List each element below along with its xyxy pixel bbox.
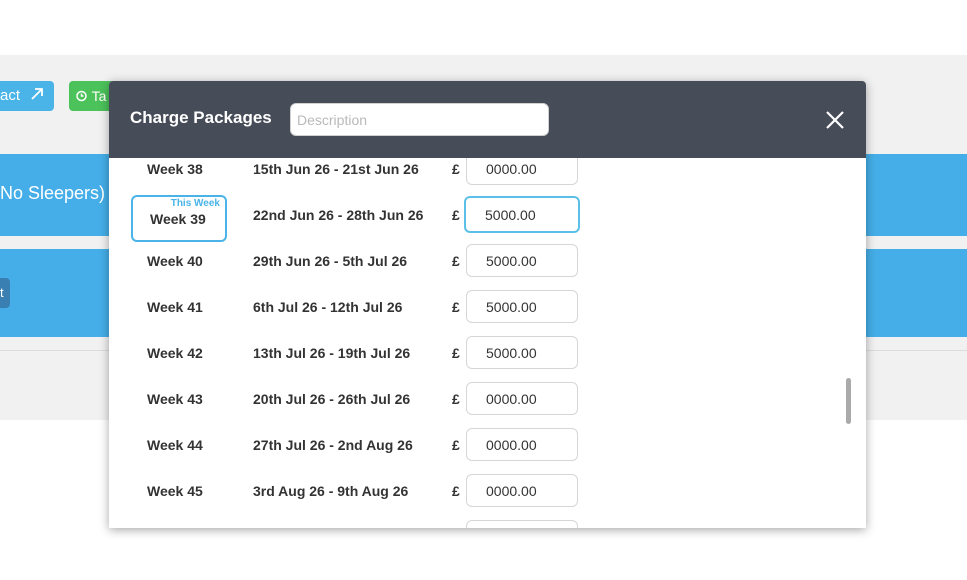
external-link-icon <box>30 87 44 104</box>
background-tab[interactable]: t <box>0 278 10 308</box>
list-item: Week 41 6th Jul 26 - 12th Jul 26 £ <box>109 284 866 330</box>
price-input[interactable] <box>466 158 578 185</box>
list-item: Week 43 20th Jul 26 - 26th Jul 26 £ <box>109 376 866 422</box>
week-label: Week 38 <box>147 161 203 177</box>
date-range: 29th Jun 26 - 5th Jul 26 <box>253 253 408 269</box>
currency-symbol: £ <box>452 483 460 499</box>
date-range: 27th Jul 26 - 2nd Aug 26 <box>253 437 413 453</box>
price-input[interactable] <box>466 290 578 323</box>
contract-button[interactable]: act <box>0 81 54 111</box>
list-item-partial <box>109 514 866 528</box>
background-band-label: No Sleepers) <box>0 183 106 203</box>
currency-symbol: £ <box>452 437 460 453</box>
this-week-highlight: This Week Week 39 <box>131 195 227 242</box>
contract-button-label: act <box>0 87 21 104</box>
modal-title: Charge Packages <box>130 108 272 127</box>
date-range: 6th Jul 26 - 12th Jul 26 <box>253 299 403 315</box>
list-item: Week 38 15th Jun 26 - 21st Jun 26 £ <box>109 158 866 192</box>
close-button[interactable] <box>820 105 850 135</box>
list-item: Week 40 29th Jun 26 - 5th Jul 26 £ <box>109 238 866 284</box>
price-input[interactable] <box>466 520 578 528</box>
list-item-current-week: This Week Week 39 22nd Jun 26 - 28th Jun… <box>109 192 866 242</box>
week-label: Week 45 <box>147 483 203 499</box>
modal-header: Charge Packages <box>109 81 866 158</box>
week-label: Week 44 <box>147 437 203 453</box>
week-label: Week 42 <box>147 345 203 361</box>
list-item: Week 42 13th Jul 26 - 19th Jul 26 £ <box>109 330 866 376</box>
week-label: Week 43 <box>147 391 203 407</box>
currency-symbol: £ <box>452 253 460 269</box>
date-range: 3rd Aug 26 - 9th Aug 26 <box>253 483 409 499</box>
task-button-label: Ta <box>91 88 107 104</box>
week-label: Week 41 <box>147 299 203 315</box>
date-range: 22nd Jun 26 - 28th Jun 26 <box>253 207 424 223</box>
this-week-badge: This Week <box>170 198 220 209</box>
weeks-list: Week 38 15th Jun 26 - 21st Jun 26 £ This… <box>109 158 866 528</box>
currency-symbol: £ <box>452 299 460 315</box>
alarm-clock-icon <box>75 88 92 104</box>
list-item: Week 45 3rd Aug 26 - 9th Aug 26 £ <box>109 468 866 514</box>
currency-symbol: £ <box>452 207 460 223</box>
charge-packages-modal: Charge Packages Week 38 15th Jun 26 - 21… <box>109 81 866 528</box>
price-input-active[interactable] <box>464 196 580 233</box>
price-input[interactable] <box>466 474 578 507</box>
scrollbar-thumb[interactable] <box>846 378 851 424</box>
date-range: 13th Jul 26 - 19th Jul 26 <box>253 345 411 361</box>
week-label: Week 40 <box>147 253 203 269</box>
date-range: 15th Jun 26 - 21st Jun 26 <box>253 161 419 177</box>
price-input[interactable] <box>466 428 578 461</box>
currency-symbol: £ <box>452 345 460 361</box>
description-input[interactable] <box>290 103 549 136</box>
date-range: 20th Jul 26 - 26th Jul 26 <box>253 391 411 407</box>
currency-symbol: £ <box>452 391 460 407</box>
price-input[interactable] <box>466 382 578 415</box>
close-icon <box>826 111 844 129</box>
week-label: Week 39 <box>150 211 206 227</box>
price-input[interactable] <box>466 244 578 277</box>
list-item: Week 44 27th Jul 26 - 2nd Aug 26 £ <box>109 422 866 468</box>
price-input[interactable] <box>466 336 578 369</box>
currency-symbol: £ <box>452 161 460 177</box>
